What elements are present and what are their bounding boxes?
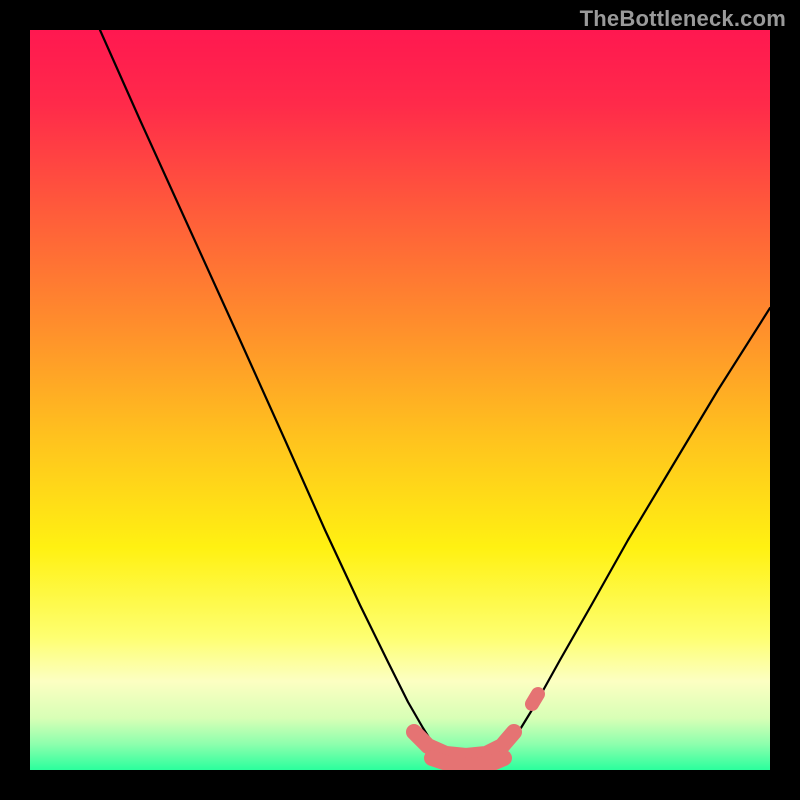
gradient-background bbox=[30, 30, 770, 770]
chart-svg bbox=[30, 30, 770, 770]
plot-area bbox=[30, 30, 770, 770]
series-trough-outline-bottom bbox=[432, 758, 504, 766]
series-right-blob bbox=[532, 694, 538, 704]
chart-frame: TheBottleneck.com bbox=[0, 0, 800, 800]
watermark-text: TheBottleneck.com bbox=[580, 6, 786, 32]
